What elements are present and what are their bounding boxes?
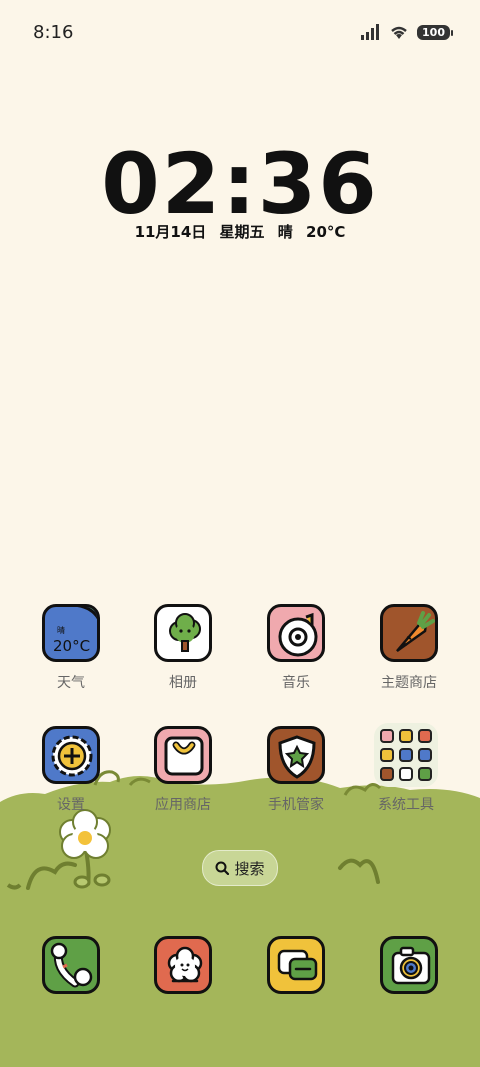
theme-store-icon <box>380 604 438 662</box>
signal-icon <box>361 24 380 40</box>
security-icon <box>267 726 325 784</box>
gallery-icon <box>154 604 212 662</box>
app-label: 相册 <box>169 675 197 691</box>
date-text: 11月14日 <box>134 223 207 241</box>
app-theme-store[interactable]: 主题商店 <box>353 604 465 692</box>
weather-temperature: 20°C <box>53 637 91 655</box>
app-label: 应用商店 <box>155 797 211 813</box>
search-button[interactable]: 搜索 <box>202 850 278 886</box>
camera-icon <box>380 936 438 994</box>
clock-widget[interactable]: 02:36 <box>0 135 480 233</box>
status-bar: 8:16 100 <box>0 0 480 68</box>
dock-messages[interactable] <box>240 936 352 994</box>
search-icon <box>215 861 230 875</box>
app-label: 天气 <box>57 675 85 691</box>
wifi-icon <box>391 26 407 39</box>
folder-system-tools[interactable]: 系统工具 <box>350 723 462 814</box>
weather-icon: 晴 20°C <box>42 604 100 662</box>
app-weather[interactable]: 晴 20°C 天气 <box>15 604 127 692</box>
app-store-icon <box>154 726 212 784</box>
messages-icon <box>267 936 325 994</box>
app-label: 主题商店 <box>381 675 437 691</box>
date-weather-line[interactable]: 11月14日 星期五 晴 20°C <box>0 221 480 242</box>
weather-condition: 晴 <box>57 626 65 635</box>
app-settings[interactable]: 设置 <box>15 726 127 814</box>
app-label: 设置 <box>57 797 85 813</box>
dock-camera[interactable] <box>353 936 465 994</box>
status-time: 8:16 <box>33 22 74 43</box>
app-label: 音乐 <box>282 675 310 691</box>
app-app-store[interactable]: 应用商店 <box>127 726 239 814</box>
weekday-text: 星期五 <box>219 223 265 241</box>
weather-text: 晴 <box>277 223 293 241</box>
app-security[interactable]: 手机管家 <box>240 726 352 814</box>
battery-indicator: 100 <box>417 24 453 40</box>
status-icons: 100 <box>361 24 453 40</box>
search-label: 搜索 <box>234 859 265 878</box>
phone-icon <box>42 936 100 994</box>
app-label: 系统工具 <box>378 797 434 813</box>
temperature-text: 20°C <box>306 223 346 241</box>
app-gallery[interactable]: 相册 <box>127 604 239 692</box>
app-label: 手机管家 <box>268 797 324 813</box>
settings-icon <box>42 726 100 784</box>
app-music[interactable]: 音乐 <box>240 604 352 692</box>
contacts-icon <box>154 936 212 994</box>
dock-phone[interactable] <box>15 936 127 994</box>
system-tools-folder <box>374 723 438 787</box>
music-icon <box>267 604 325 662</box>
dock-contacts[interactable] <box>127 936 239 994</box>
